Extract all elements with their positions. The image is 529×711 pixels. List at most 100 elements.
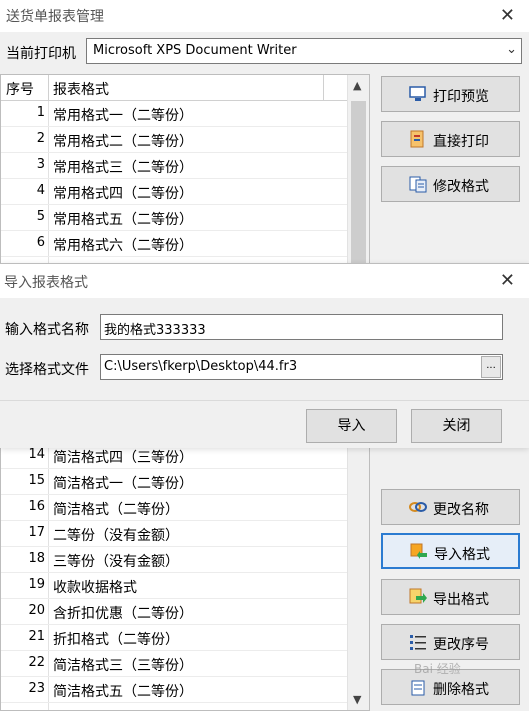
row-label: 简洁格式五（二等份） (53, 684, 193, 700)
list-item[interactable]: 21 折扣格式（二等份） (1, 625, 347, 651)
print-preview-button[interactable]: 打印预览 (381, 76, 520, 112)
delete-icon (411, 680, 425, 696)
row-label: 常用格式四（二等份） (53, 186, 193, 202)
edit-format-label: 修改格式 (433, 179, 489, 195)
chevron-down-icon[interactable]: ⌄ (506, 42, 517, 57)
column-divider (48, 75, 49, 101)
row-number: 22 (28, 655, 45, 670)
dialog-button-bar: 导入 关闭 (0, 400, 529, 448)
change-order-button[interactable]: 更改序号 (381, 624, 520, 660)
list-item[interactable]: 20 含折扣优惠（二等份） (1, 599, 347, 625)
row-number: 1 (36, 105, 45, 120)
row-label: 简洁格式（二等份） (53, 502, 179, 518)
row-label: 简洁格式三（三等份） (53, 658, 193, 674)
list-item[interactable]: 18 三等份（没有金额） (1, 547, 347, 573)
row-label: 常用格式六（二等份） (53, 238, 193, 254)
import-format-label: 导入格式 (434, 547, 490, 563)
export-format-label: 导出格式 (433, 592, 489, 608)
row-number: 20 (28, 603, 45, 618)
import-button[interactable]: 导入 (306, 409, 397, 443)
row-number: 21 (28, 629, 45, 644)
format-name-label: 输入格式名称 (5, 322, 89, 338)
printer-label: 当前打印机 (6, 46, 76, 62)
print-direct-label: 直接打印 (433, 134, 489, 150)
printer-select[interactable]: Microsoft XPS Document Writer ⌄ (86, 38, 522, 64)
dialog-title: 导入报表格式 (4, 275, 88, 291)
title-bar: 送货单报表管理 ✕ (0, 0, 529, 32)
column-header-format[interactable]: 报表格式 (53, 79, 109, 99)
row-number: 5 (36, 209, 45, 224)
row-number: 14 (28, 447, 45, 462)
import-format-button[interactable]: 导入格式 (381, 533, 520, 569)
printer-icon (410, 130, 424, 148)
row-label: 常用格式三（二等份） (53, 160, 193, 176)
list-item[interactable]: 5 常用格式五（二等份） (1, 205, 347, 231)
row-label: 简洁格式一（二等份） (53, 476, 193, 492)
edit-format-button[interactable]: 修改格式 (381, 166, 520, 202)
close-icon[interactable]: ✕ (500, 5, 515, 26)
print-preview-label: 打印预览 (433, 89, 489, 105)
column-header-num[interactable]: 序号 (6, 79, 34, 99)
list-item[interactable]: 16 简洁格式（二等份） (1, 495, 347, 521)
row-label: 含折扣优惠（二等份） (53, 606, 193, 622)
row-label: 简洁格式四（三等份） (53, 450, 193, 466)
row-number: 19 (28, 577, 45, 592)
rename-label: 更改名称 (433, 502, 489, 518)
list-item[interactable]: 22 简洁格式三（三等份） (1, 651, 347, 677)
export-format-button[interactable]: 导出格式 (381, 579, 520, 615)
print-direct-button[interactable]: 直接打印 (381, 121, 520, 157)
chevron-up-icon[interactable]: ▲ (353, 79, 361, 92)
edit-document-icon (409, 176, 427, 193)
list-item[interactable]: 4 常用格式四（二等份） (1, 179, 347, 205)
list-item[interactable]: 19 收款收据格式 (1, 573, 347, 599)
format-file-input[interactable]: C:\Users\fkerp\Desktop\44.fr3 (100, 354, 503, 380)
format-name-input[interactable]: 我的格式333333 (100, 314, 503, 340)
import-icon (410, 543, 427, 559)
close-icon[interactable]: ✕ (500, 270, 515, 291)
row-label: 常用格式一（二等份） (53, 108, 193, 124)
browse-button[interactable]: ... (481, 356, 501, 378)
list-item[interactable]: 3 常用格式三（二等份） (1, 153, 347, 179)
name-row: 输入格式名称 我的格式333333 (0, 314, 529, 342)
row-number: 16 (28, 499, 45, 514)
printer-value: Microsoft XPS Document Writer (93, 43, 297, 58)
list-item[interactable]: 17 二等份（没有金额） (1, 521, 347, 547)
row-number: 4 (36, 183, 45, 198)
format-file-label: 选择格式文件 (5, 362, 89, 378)
printer-row: 当前打印机 Microsoft XPS Document Writer ⌄ (0, 36, 529, 68)
chevron-down-icon[interactable]: ▼ (353, 693, 361, 706)
chain-link-icon (409, 502, 427, 512)
close-button[interactable]: 关闭 (411, 409, 502, 443)
change-order-label: 更改序号 (433, 637, 489, 653)
list-item[interactable]: 2 常用格式二（二等份） (1, 127, 347, 153)
row-label: 常用格式五（二等份） (53, 212, 193, 228)
row-label: 收款收据格式 (53, 580, 137, 596)
file-row: 选择格式文件 C:\Users\fkerp\Desktop\44.fr3 ... (0, 354, 529, 382)
row-number: 3 (36, 157, 45, 172)
list-item[interactable]: 15 简洁格式一（二等份） (1, 469, 347, 495)
row-number: 18 (28, 551, 45, 566)
row-label: 二等份（没有金额） (53, 528, 179, 544)
rename-button[interactable]: 更改名称 (381, 489, 520, 525)
list-item[interactable]: 1 常用格式一（二等份） (1, 101, 347, 127)
row-label: 三等份（没有金额） (53, 554, 179, 570)
row-label: 常用格式二（二等份） (53, 134, 193, 150)
numbered-list-icon (410, 635, 426, 650)
row-number: 23 (28, 681, 45, 696)
watermark-text: Bai 经验 (414, 662, 461, 676)
window-title: 送货单报表管理 (6, 9, 104, 25)
row-number: 2 (36, 131, 45, 146)
list-header: 序号 报表格式 (1, 75, 347, 101)
row-number: 17 (28, 525, 45, 540)
export-icon (409, 588, 427, 604)
row-label: 折扣格式（二等份） (53, 632, 179, 648)
row-number: 6 (36, 235, 45, 250)
dialog-title-bar: 导入报表格式 ✕ (0, 264, 529, 298)
row-number: 15 (28, 473, 45, 488)
list-item[interactable]: 23 简洁格式五（二等份） (1, 677, 347, 703)
monitor-icon (409, 86, 426, 101)
import-format-dialog: 导入报表格式 ✕ 输入格式名称 我的格式333333 选择格式文件 C:\Use… (0, 263, 529, 448)
column-divider (323, 75, 324, 101)
delete-format-label: 删除格式 (433, 682, 489, 698)
list-item[interactable]: 6 常用格式六（二等份） (1, 231, 347, 257)
